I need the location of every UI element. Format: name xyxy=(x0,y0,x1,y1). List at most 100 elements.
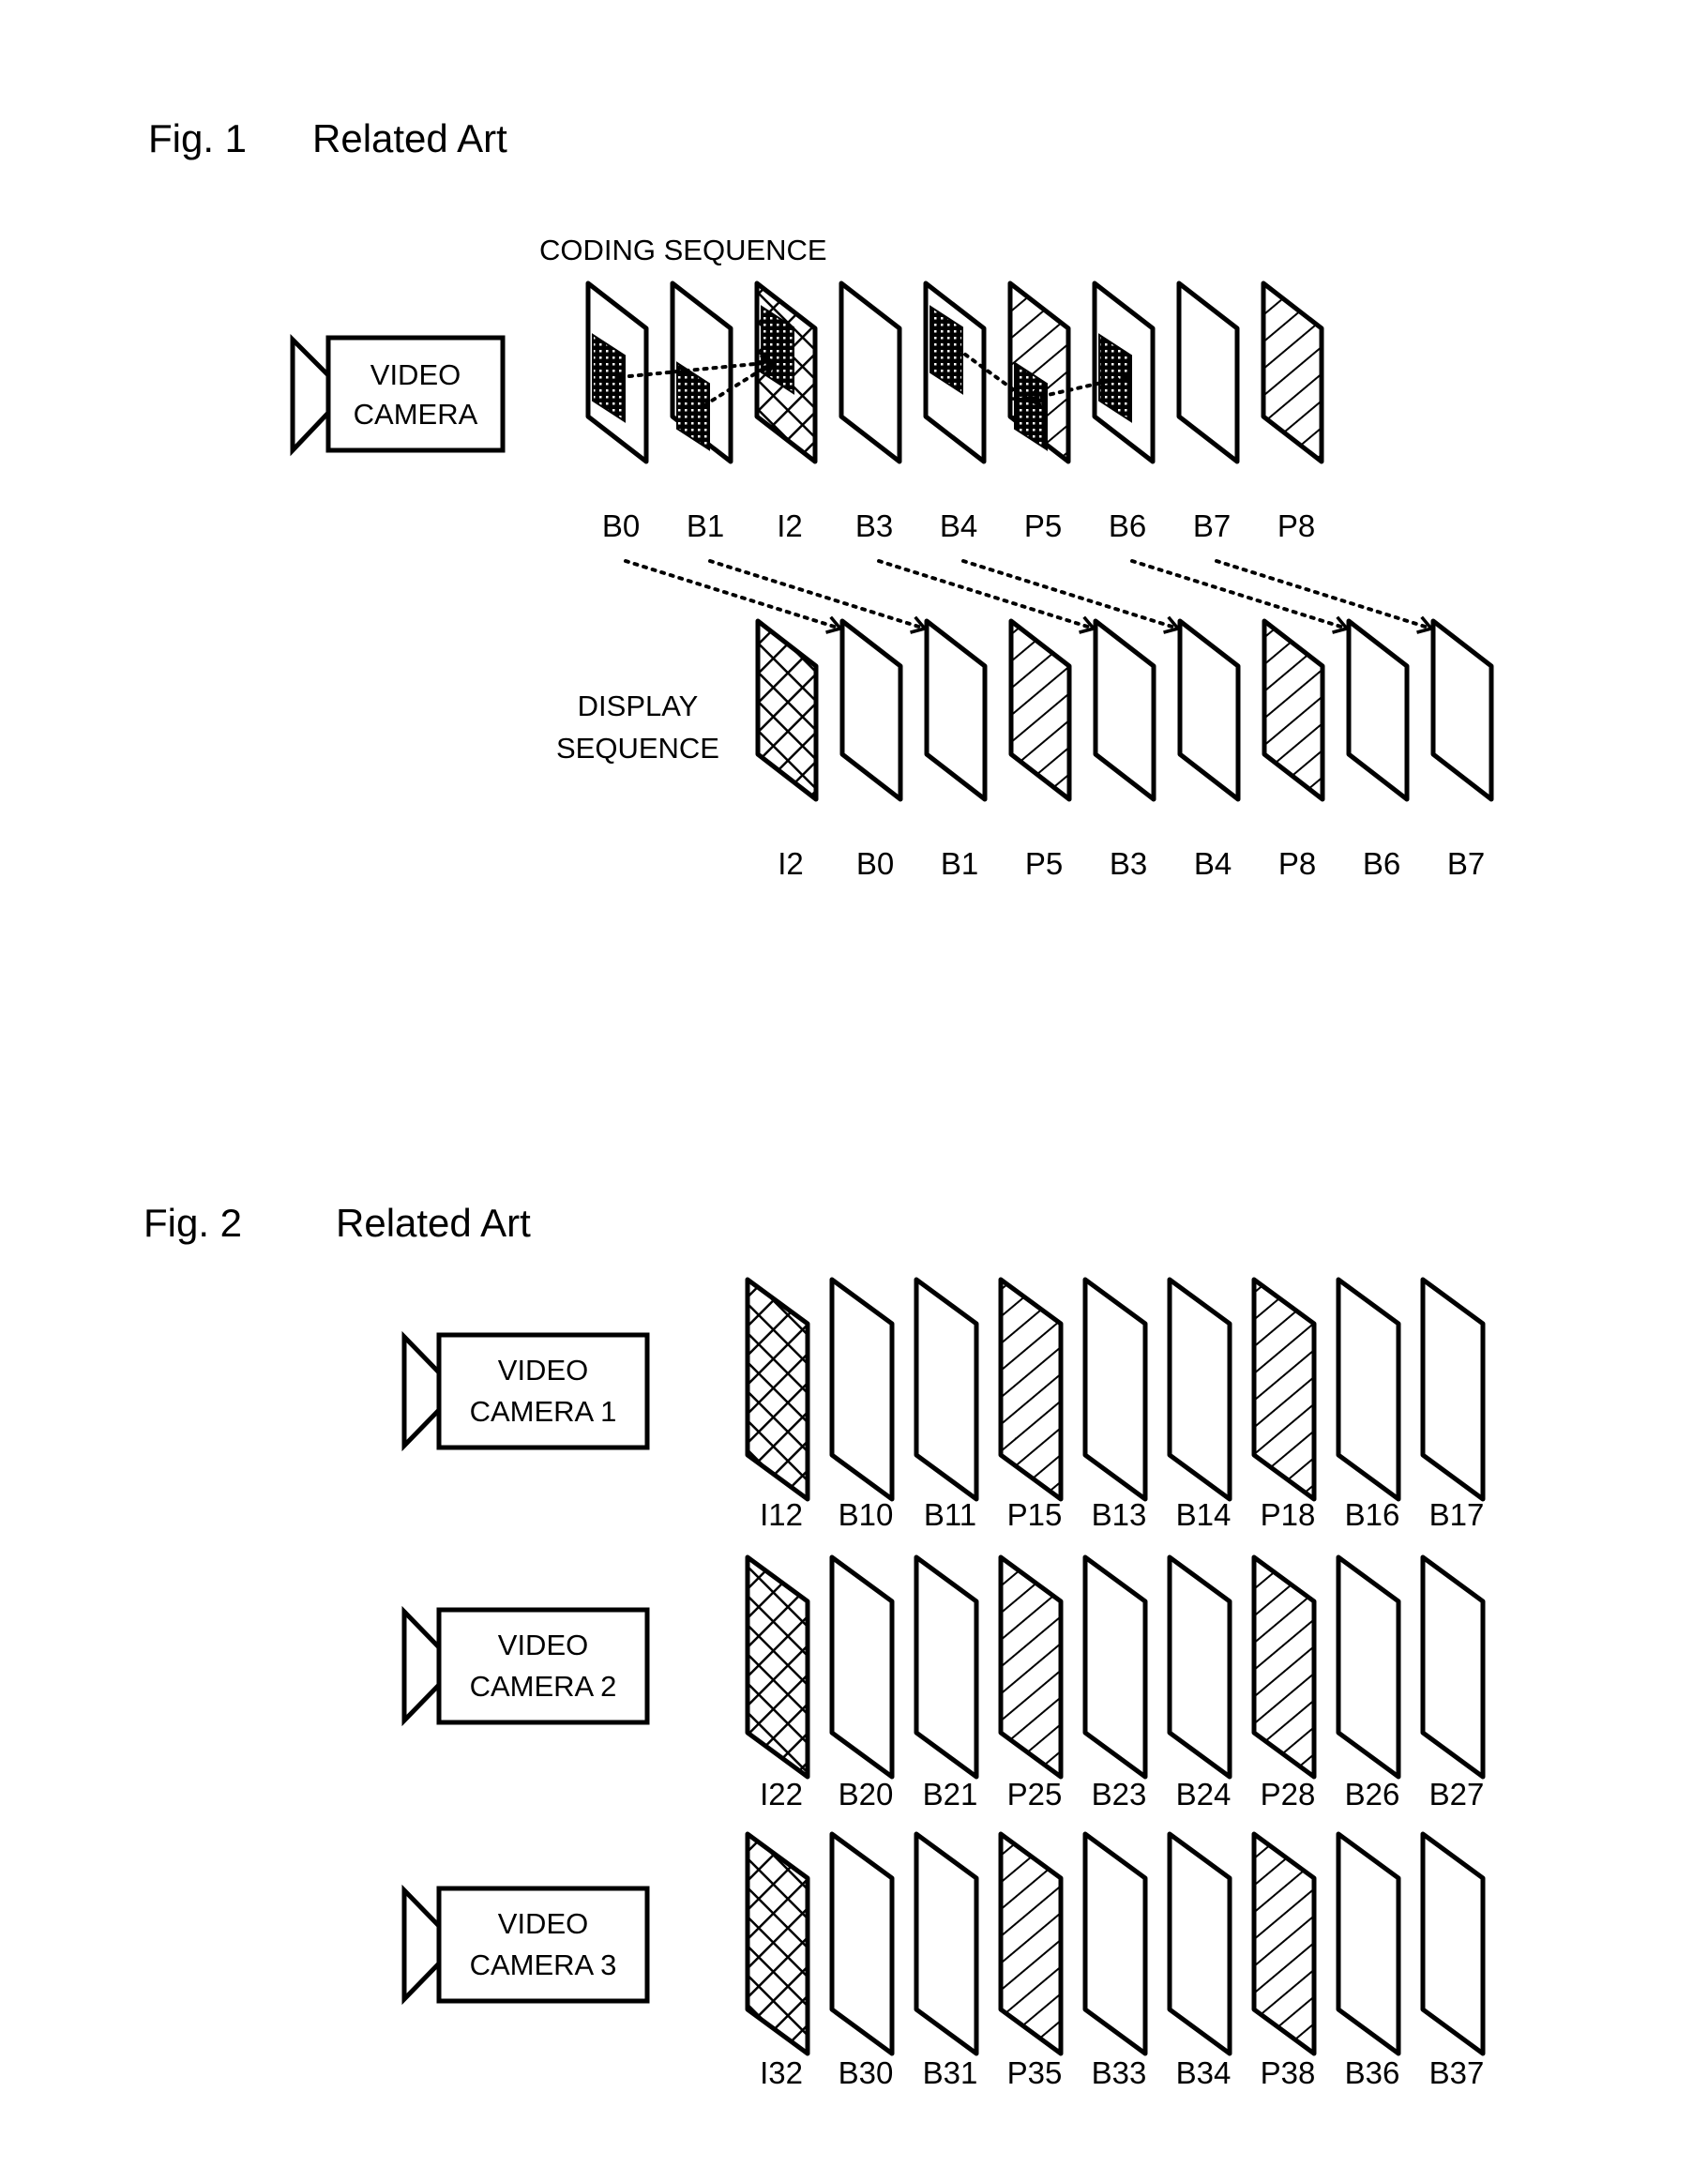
frame-label: B31 xyxy=(923,2055,978,2090)
frame-b21: B21 xyxy=(914,1554,979,1812)
camera-row-1: VIDEO CAMERA 1 I12 B10 B11 P15 B13 B14 P18 B16 B17 xyxy=(401,1277,1486,1532)
frame-label: B23 xyxy=(1092,1777,1147,1812)
camera-lens-shape xyxy=(401,1605,442,1727)
frame-b34: B34 xyxy=(1167,1831,1232,2090)
frame-label: B37 xyxy=(1429,2055,1485,2090)
frame-label: B27 xyxy=(1429,1777,1485,1812)
frame-shape-bidirectional xyxy=(1420,1277,1486,1502)
figure-2: Fig. 2 Related Art VIDEO CAMERA 1 I12 B10 B1… xyxy=(144,1201,1486,2090)
frame-shape-bidirectional xyxy=(1093,618,1156,802)
frame-shape-bidirectional xyxy=(1430,618,1494,802)
frame-label: B26 xyxy=(1345,1777,1400,1812)
frame-b3: B3 xyxy=(839,280,902,543)
frame-b1: B1 xyxy=(924,618,988,881)
frame-shape-bidirectional xyxy=(1167,1277,1232,1502)
frame-shape-bidirectional xyxy=(1176,280,1240,464)
frame-b0: B0 xyxy=(839,618,903,881)
frame-label: P38 xyxy=(1261,2055,1316,2090)
frame-p18: P18 xyxy=(1251,1277,1317,1532)
frame-i32: I32 xyxy=(745,1831,810,2090)
frame-shape-predicted xyxy=(1251,1831,1317,2056)
camera-label-line1: VIDEO xyxy=(498,1907,588,1940)
frame-shape-predicted xyxy=(1251,1554,1317,1780)
frame-label: B1 xyxy=(941,846,978,881)
frame-b16: B16 xyxy=(1336,1277,1401,1532)
frame-label: B6 xyxy=(1109,508,1146,543)
frame-shape-bidirectional xyxy=(1167,1831,1232,2056)
frame-b6: B6 xyxy=(1092,280,1156,543)
frame-b27: B27 xyxy=(1420,1554,1486,1812)
frame-label: I2 xyxy=(777,508,803,543)
frame-label: B7 xyxy=(1447,846,1485,881)
frame-shape-bidirectional xyxy=(829,1831,895,2056)
frame-shape-intra xyxy=(745,1277,810,1502)
reorder-arrow-b3 xyxy=(877,559,1097,634)
frame-label: B14 xyxy=(1176,1497,1232,1532)
frame-shape-predicted xyxy=(998,1554,1064,1780)
frame-b1: B1 xyxy=(670,280,733,543)
dotted-line xyxy=(624,559,842,630)
camera-body-shape xyxy=(436,1607,650,1725)
camera-label-line2: CAMERA xyxy=(354,398,478,431)
frame-shape-intra xyxy=(745,1554,810,1780)
frame-label: B36 xyxy=(1345,2055,1400,2090)
frame-label: B6 xyxy=(1363,846,1400,881)
display-sequence-label-line1: DISPLAY xyxy=(578,690,699,722)
frame-shape-bidirectional xyxy=(914,1831,979,2056)
figure-1-number: Fig. 1 xyxy=(148,116,247,160)
frame-label: B4 xyxy=(1194,846,1232,881)
frame-i22: I22 xyxy=(745,1554,810,1812)
frame-p25: P25 xyxy=(998,1554,1064,1812)
frame-i2: I2 xyxy=(755,618,819,881)
frame-shape-bidirectional xyxy=(1346,618,1410,802)
multi-camera-rows: VIDEO CAMERA 1 I12 B10 B11 P15 B13 B14 P18 B16 B17… xyxy=(401,1277,1486,2090)
frame-b11: B11 xyxy=(914,1277,979,1532)
display-sequence-frames: I2 B0 B1 P5 B3 B4 P8 B6 B7 xyxy=(755,618,1494,881)
frame-shape-predicted xyxy=(998,1277,1064,1502)
frame-b10: B10 xyxy=(829,1277,895,1532)
camera-label-line2: CAMERA 3 xyxy=(470,1948,617,1981)
frame-shape-bidirectional xyxy=(924,618,988,802)
frame-label: B33 xyxy=(1092,2055,1147,2090)
frame-label: B7 xyxy=(1193,508,1231,543)
frame-shape-intra xyxy=(745,1831,810,2056)
dotted-line xyxy=(1130,559,1349,630)
figure-2-caption: Related Art xyxy=(336,1201,531,1245)
dotted-line xyxy=(877,559,1096,630)
frame-label: P5 xyxy=(1024,508,1062,543)
frame-shape-bidirectional xyxy=(1420,1554,1486,1780)
frame-b13: B13 xyxy=(1082,1277,1148,1532)
frame-shape-predicted xyxy=(1262,618,1325,802)
frame-label: B16 xyxy=(1345,1497,1400,1532)
frame-label: B34 xyxy=(1176,2055,1232,2090)
frame-label: P18 xyxy=(1261,1497,1316,1532)
camera-lens-shape xyxy=(290,333,331,457)
frame-b26: B26 xyxy=(1336,1554,1401,1812)
figure-1-caption: Related Art xyxy=(312,116,507,160)
coding-sequence-frames: B0 B1 I2 B3 B4 P5 B6 B7 P8 xyxy=(585,280,1324,543)
frame-b36: B36 xyxy=(1336,1831,1401,2090)
frame-label: B3 xyxy=(1110,846,1147,881)
frame-i2: I2 xyxy=(754,280,818,543)
frame-label: B17 xyxy=(1429,1497,1485,1532)
frame-label: B3 xyxy=(855,508,893,543)
frame-p8: P8 xyxy=(1261,280,1324,543)
video-camera-icon: VIDEO CAMERA 1 xyxy=(401,1330,650,1452)
frame-b24: B24 xyxy=(1167,1554,1232,1812)
frame-shape-bidirectional xyxy=(1420,1831,1486,2056)
patent-figure-sheet: Fig. 1 Related Art VIDEO CAMERA CODING S… xyxy=(144,116,1494,2090)
camera-label-line1: VIDEO xyxy=(498,1354,588,1387)
video-camera-icon: VIDEO CAMERA 3 xyxy=(401,1884,650,2006)
frame-shape-predicted xyxy=(1008,618,1072,802)
dotted-line xyxy=(961,559,1180,630)
camera-body-shape xyxy=(325,335,506,453)
frame-label: B30 xyxy=(839,2055,894,2090)
frame-label: P35 xyxy=(1007,2055,1063,2090)
frame-b31: B31 xyxy=(914,1831,979,2090)
frame-shape-bidirectional xyxy=(1082,1831,1148,2056)
frame-b23: B23 xyxy=(1082,1554,1148,1812)
frame-label: P15 xyxy=(1007,1497,1063,1532)
camera-label-line2: CAMERA 2 xyxy=(470,1670,617,1703)
display-sequence-label-line2: SEQUENCE xyxy=(556,732,719,765)
frame-b7: B7 xyxy=(1430,618,1494,881)
